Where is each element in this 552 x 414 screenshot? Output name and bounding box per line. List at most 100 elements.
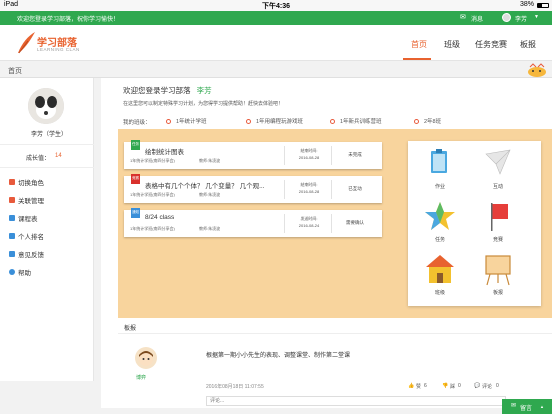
divider <box>331 146 332 165</box>
easel-icon <box>485 255 511 286</box>
likes-label: 赞 <box>416 384 422 390</box>
profile-name: 李芳（学生） <box>31 132 68 138</box>
switch-icon <box>9 179 15 185</box>
logo-subtitle: LEARNING CLAN <box>37 47 80 52</box>
menu-label: 意见反馈 <box>18 252 44 259</box>
task-card[interactable]: 竞赛 表格中有几个个体？ 几个变量？ 几个观... 1年统计学班(南四分享会) … <box>124 174 382 203</box>
profile-avatar[interactable] <box>28 88 64 124</box>
nav-home[interactable]: 首页 <box>411 39 427 50</box>
menu-label: 关联管理 <box>18 198 44 205</box>
quick-interact[interactable]: 互动 <box>478 146 518 198</box>
dislikes-label: 踩 <box>450 384 456 390</box>
help-icon <box>9 269 15 275</box>
battery-icon <box>537 3 549 8</box>
tag-ribbon: 任务 <box>131 140 140 150</box>
class-dot-icon <box>166 118 171 124</box>
task-title: 8/24 class <box>145 214 175 221</box>
quick-task[interactable]: 任务 <box>420 199 460 251</box>
class-dot-icon <box>414 118 419 124</box>
clock: 下午4:36 <box>262 3 291 10</box>
user-menu[interactable]: 李芳 <box>515 14 527 23</box>
nav-board[interactable]: 板报 <box>520 39 536 50</box>
class-tag[interactable]: 1年用编程玩游戏班 <box>246 117 303 125</box>
author-name[interactable]: 博弈 <box>136 374 146 381</box>
menu-label: 个人排名 <box>18 234 44 241</box>
class-dot-icon <box>246 118 251 124</box>
class-tag[interactable]: 1年新兵训练营班 <box>330 117 382 125</box>
task-teacher: 教师:朱凌波 <box>199 226 221 231</box>
leave-message-label: 留言 <box>520 406 533 412</box>
board-section: 板报 博弈 根据第一期小小先生的表现、调整课堂、制作第二堂课 2016年08月1… <box>118 318 552 408</box>
divider <box>0 167 94 168</box>
menu-ranking[interactable]: 个人排名 <box>9 231 44 241</box>
house-icon <box>426 255 454 283</box>
quick-class[interactable]: 班级 <box>420 252 460 304</box>
leave-message-button[interactable]: ✉ 留言 ▲ <box>502 399 552 414</box>
class-name: 1年新兵训练营班 <box>340 119 382 125</box>
chat-icon: ✉ <box>511 403 517 409</box>
quick-label: 班级 <box>434 290 445 296</box>
nav-task-competition[interactable]: 任务竞赛 <box>475 39 507 50</box>
board-timestamp: 2016年08月18日 11:07:55 <box>206 384 264 390</box>
quick-competition[interactable]: 竞赛 <box>478 199 518 251</box>
menu-switch-role[interactable]: 切换角色 <box>9 177 44 187</box>
menu-help[interactable]: 帮助 <box>9 267 31 277</box>
comment-icon[interactable]: 💬 <box>474 383 480 389</box>
divider <box>284 214 285 233</box>
thumb-up-icon[interactable]: 👍 <box>408 383 414 389</box>
menu-label: 帮助 <box>18 270 31 277</box>
mail-icon[interactable]: ✉ <box>460 13 466 21</box>
task-status[interactable]: 需要确认 <box>337 220 373 226</box>
task-time-label: 结束时间: <box>300 148 318 153</box>
task-card[interactable]: 通知 8/24 class 1年统计学班(南四分享会) 教师:朱凌波 发送时间:… <box>124 208 382 237</box>
menu-feedback[interactable]: 意见反馈 <box>9 249 44 259</box>
likes-count: 6 <box>424 383 427 389</box>
menu-label: 切换角色 <box>18 180 44 187</box>
task-class: 1年统计学班(南四分享会) <box>130 192 175 197</box>
logo[interactable]: 学习部落 LEARNING CLAN <box>16 31 96 57</box>
class-tag[interactable]: 2年8班 <box>414 117 441 125</box>
dislikes-count: 0 <box>458 383 461 389</box>
comment-input[interactable] <box>206 396 506 406</box>
welcome-heading: 欢迎您登录学习部落 李芳 <box>123 85 212 96</box>
growth-label: 成长值： <box>26 156 51 162</box>
nav-class[interactable]: 班级 <box>444 39 460 50</box>
task-time: 2016-08-28 <box>298 189 320 194</box>
chevron-down-icon[interactable]: ▼ <box>534 14 539 20</box>
divider <box>284 146 285 165</box>
messages-link[interactable]: 消息 <box>471 14 483 23</box>
feedback-icon <box>9 251 15 257</box>
thumb-down-icon[interactable]: 👎 <box>442 383 448 389</box>
top-bar: 欢迎您登录学习部落，祝你学习愉快！ ✉ 消息 李芳 ▼ <box>0 11 552 25</box>
task-status[interactable]: 已互动 <box>337 186 373 192</box>
quick-board[interactable]: 板报 <box>478 252 518 304</box>
quick-actions-panel: 作业 互动 任务 竞赛 班级 板报 <box>408 141 541 306</box>
quick-label: 作业 <box>434 184 445 190</box>
task-card[interactable]: 任务 绘制统计图表 1年统计学班(南四分享会) 教师:朱凌波 结束时间: 201… <box>124 140 382 169</box>
divider <box>0 144 94 145</box>
sidebar: 李芳（学生） 成长值： 14 切换角色 关联管理 课程表 个人排名 意见反馈 帮… <box>0 78 94 381</box>
paper-plane-icon <box>485 149 511 175</box>
user-avatar-small[interactable] <box>502 13 511 22</box>
task-title: 绘制统计图表 <box>145 149 184 156</box>
status-bar: iPad 下午4:36 38% <box>0 0 552 11</box>
class-name: 2年8班 <box>424 119 442 125</box>
flag-icon <box>491 203 508 231</box>
task-teacher: 教师:朱凌波 <box>199 192 221 197</box>
menu-link-management[interactable]: 关联管理 <box>9 195 44 205</box>
breadcrumb-home[interactable]: 首页 <box>8 66 22 76</box>
breadcrumb: 首页 <box>0 61 552 78</box>
author-avatar[interactable] <box>135 347 157 369</box>
tag-ribbon: 通知 <box>131 208 140 218</box>
quick-homework[interactable]: 作业 <box>420 146 460 198</box>
quick-label: 竞赛 <box>492 237 503 243</box>
class-tag[interactable]: 1年统计学班 <box>166 117 207 125</box>
task-title: 表格中有几个个体？ 几个变量？ 几个观... <box>145 183 265 190</box>
mascot-icon <box>526 63 548 77</box>
task-time: 2016-08-28 <box>298 155 320 160</box>
task-time: 2016-08-24 <box>298 223 320 228</box>
device-label: iPad <box>4 1 19 8</box>
link-icon <box>9 197 15 203</box>
task-status[interactable]: 未完成 <box>337 152 373 158</box>
menu-schedule[interactable]: 课程表 <box>9 213 38 223</box>
